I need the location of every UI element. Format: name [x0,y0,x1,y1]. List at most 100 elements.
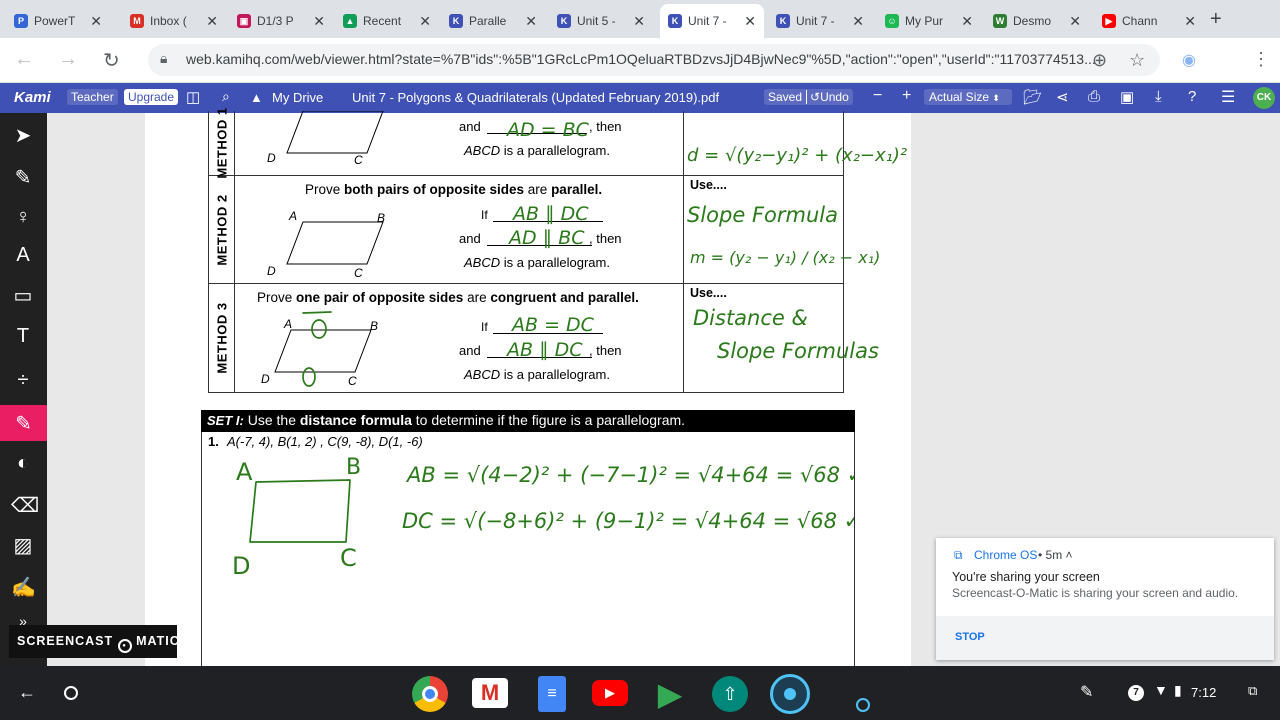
browser-tab[interactable]: K Unit 7 - ✕ [768,4,872,38]
url-bar[interactable]: 🔒︎ web.kamihq.com/web/viewer.html?state=… [148,44,1160,76]
battery-icon[interactable]: ▮ [1174,682,1182,699]
tab-label: PowerT [34,14,76,28]
tab-favicon-icon: P [14,14,28,28]
browser-tab[interactable]: ▣ D1/3 P ✕ [229,4,333,38]
draw-tool-icon[interactable]: ✎ [0,405,47,441]
shapes-tool-icon[interactable]: ◐ [11,452,35,476]
speech-tool-icon[interactable]: ♀ [11,206,35,230]
hw-underline [302,311,332,314]
avatar[interactable]: CK [1253,87,1275,109]
wifi-icon[interactable]: ▼ [1154,682,1168,698]
stop-button[interactable]: STOP [955,631,985,643]
download-icon[interactable]: ⤓ [1155,88,1162,105]
hw-ab-work: AB = √(4−2)² + (−7−1)² = √4+64 = √68 ✓ [405,463,854,487]
watermark-text-b: MATIC [136,634,180,648]
url-text: web.kamihq.com/web/viewer.html?state=%7B… [186,51,1096,67]
tab-close-icon[interactable]: ✕ [313,13,325,30]
stylus-icon[interactable]: ✎ [1080,682,1093,702]
zoom-select[interactable]: Actual Size ⬍ [924,89,1012,105]
tab-close-icon[interactable]: ✕ [525,13,537,30]
tab-close-icon[interactable]: ✕ [1184,13,1196,30]
text-highlight-tool-icon[interactable]: ✎ [11,165,35,189]
recording-indicator-icon[interactable] [856,698,870,712]
reload-icon[interactable]: ↻ [103,48,120,73]
equation-tool-icon[interactable]: ÷ [11,369,35,393]
youtube-app-icon[interactable]: ▶ [592,680,628,706]
back-arrow-icon[interactable]: ← [18,682,36,703]
clock-time[interactable]: 7:12 [1191,685,1216,700]
add-icon[interactable]: ⊕ [1092,50,1107,71]
tab-close-icon[interactable]: ✕ [961,13,973,30]
docs-app-icon[interactable]: ≡ [538,676,566,712]
text-box-tool-icon[interactable]: A [11,244,35,268]
address-bar-row: ← → ↻ 🔒︎ web.kamihq.com/web/viewer.html?… [0,38,1280,83]
tab-label: My Pur [905,14,944,28]
save-icon[interactable]: ▣ [1120,88,1134,106]
help-icon[interactable]: ? [1188,88,1196,105]
my-drive-link[interactable]: My Drive [272,90,323,105]
browser-tab[interactable]: M Inbox (✕ [122,4,226,38]
tab-label: Recent [363,14,402,28]
extension-icon[interactable]: ◉ [1182,50,1196,70]
tab-close-icon[interactable]: ✕ [206,13,218,30]
hw-vertex-b: B [346,455,361,480]
tab-close-icon[interactable]: ✕ [744,13,756,30]
browser-tab[interactable]: K Unit 7 - ✕ [660,4,764,38]
comment-tool-icon[interactable]: ▭ [11,283,35,307]
print-icon[interactable]: ⎙ [1088,88,1100,105]
launcher-icon[interactable] [64,686,78,700]
browser-tab[interactable]: ▶ Chann ✕ [1094,4,1204,38]
open-folder-icon[interactable]: 📂︎ [1023,88,1042,106]
text-tool-icon[interactable]: T [11,325,35,349]
browser-tab[interactable]: K Paralle ✕ [441,4,545,38]
tab-favicon-icon: ▲ [343,14,357,28]
tab-close-icon[interactable]: ✕ [633,13,645,30]
chrome-app-icon[interactable] [412,676,448,712]
back-icon[interactable]: ← [14,48,34,71]
share-icon[interactable]: ⋖ [1056,88,1069,106]
browser-tab[interactable]: ▲ Recent ✕ [335,4,439,38]
browser-tab[interactable]: W Desmo ✕ [985,4,1089,38]
hamburger-menu-icon[interactable]: ☰ [1221,87,1235,107]
tab-favicon-icon: W [993,14,1007,28]
browser-tab[interactable]: ☺ My Pur ✕ [877,4,981,38]
upgrade-button[interactable]: Upgrade [124,89,179,105]
signature-tool-icon[interactable]: ✍ [11,575,36,599]
screencast-watermark: SCREENCAST ● MATIC [9,625,180,658]
hw-m2-use2: m = (y₂ − y₁) / (x₂ − x₁) [690,248,880,267]
rocket-app-icon[interactable]: ⇧ [712,676,748,712]
notification-count-badge[interactable]: 7 [1128,685,1144,701]
tab-label: Chann [1122,14,1158,28]
set-1-work-area: 1. A(-7, 4), B(1, 2) , C(9, -8), D(1, -6… [201,432,855,672]
tab-close-icon[interactable]: ✕ [1069,13,1081,30]
image-tool-icon[interactable]: ▨ [11,533,35,557]
teacher-badge: Teacher [67,89,118,105]
notif-time[interactable]: • 5m ˄ [1038,548,1073,562]
forward-icon[interactable]: → [58,48,78,71]
overview-icon[interactable]: ⧉ [1248,683,1257,699]
new-tab-button[interactable]: + [1210,8,1222,31]
tab-close-icon[interactable]: ✕ [90,13,102,30]
tab-close-icon[interactable]: ✕ [852,13,864,30]
browser-tab[interactable]: P PowerT ✕ [6,4,110,38]
screencast-app-icon[interactable] [770,674,810,714]
zoom-out-button[interactable]: − [873,87,882,105]
zoom-in-button[interactable]: + [902,87,911,105]
search-icon[interactable]: ⌕ [222,88,230,105]
menu-kebab-icon[interactable]: ⋮ [1252,49,1270,70]
eraser-tool-icon[interactable]: ⌫ [11,493,39,517]
browser-tab[interactable]: K Unit 5 - ✕ [549,4,653,38]
undo-button[interactable]: ↺Undo [806,90,849,104]
hw-congruent-mark [302,367,316,387]
play-store-app-icon[interactable]: ▶ [652,676,688,712]
hw-m3-blank2: AB ∥ DC [505,339,583,361]
hw-vertex-a: A [236,458,253,486]
hw-vertex-c: C [340,544,357,572]
bookmark-star-icon[interactable]: ☆ [1129,50,1145,71]
hw-m1-blank: AD = BC [505,119,590,141]
sidebar-toggle-icon[interactable]: ◫ [186,88,200,106]
gmail-app-icon[interactable]: M [472,678,508,708]
handwriting-layer-set1: A B D C AB = √(4−2)² + (−7−1)² = √4+64 =… [232,455,854,580]
tab-close-icon[interactable]: ✕ [419,13,431,30]
select-tool-icon[interactable]: ➤ [11,123,35,147]
